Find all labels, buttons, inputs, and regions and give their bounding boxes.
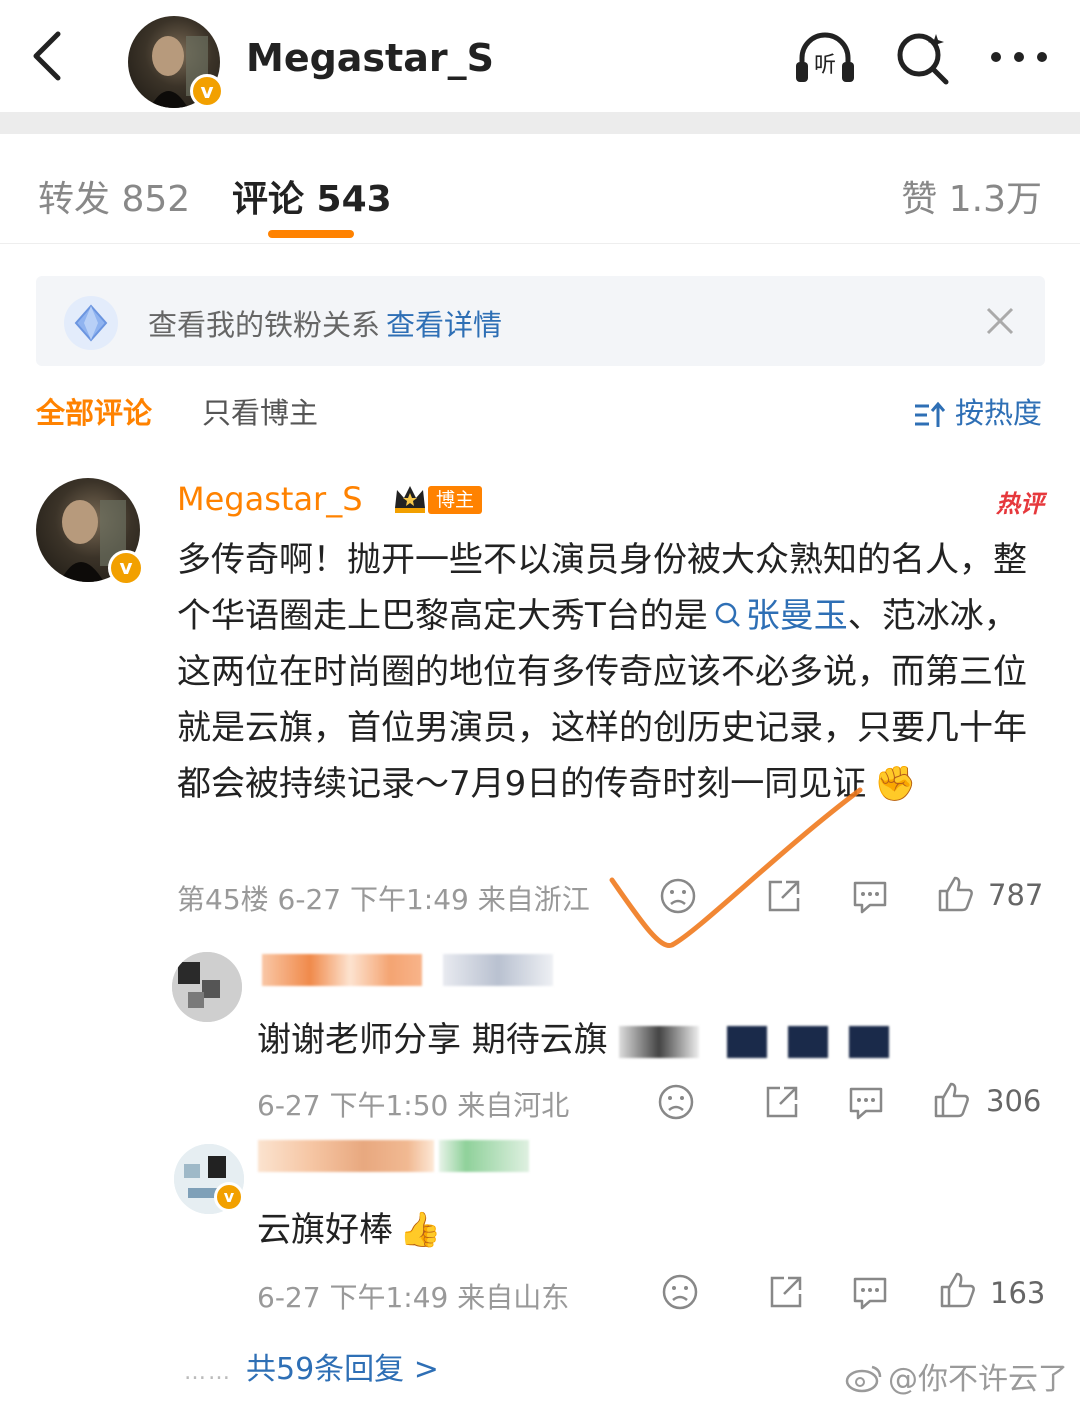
sort-button[interactable]: 按热度: [913, 390, 1042, 432]
page-title[interactable]: Megastar_S: [246, 36, 494, 80]
dots-decoration: ……: [184, 1360, 232, 1385]
back-icon[interactable]: [28, 30, 68, 82]
filter-host-only[interactable]: 只看博主: [202, 390, 318, 432]
tab-bar: 转发 852 评论 543 赞 1.3万: [0, 134, 1080, 244]
search-icon: [715, 602, 740, 627]
reply-username-blurred: [258, 1140, 558, 1172]
more-icon[interactable]: [988, 28, 1050, 86]
reply-meta: 6-27 下午1:49 来自山东: [257, 1281, 570, 1314]
hot-comment-badge: 热评: [996, 490, 1044, 518]
tab-like[interactable]: 赞 1.3万: [901, 170, 1042, 222]
dislike-face-icon[interactable]: [656, 1082, 696, 1122]
crown-icon: [395, 486, 425, 513]
blurred-emoji: [849, 1025, 890, 1058]
reply-text: 谢谢老师分享 期待云旗: [257, 1012, 890, 1061]
like-thumb-icon[interactable]: [932, 1080, 972, 1120]
reply-username-blurred: [262, 954, 572, 986]
tab-comment[interactable]: 评论 543: [232, 170, 392, 222]
comment-icon[interactable]: [850, 876, 890, 916]
host-badge: 博主: [428, 486, 483, 514]
like-count: 163: [990, 1276, 1046, 1310]
blurred-name: [262, 954, 422, 986]
like-thumb-icon[interactable]: [938, 1270, 978, 1310]
reply-text-content: 谢谢老师分享 期待云旗: [257, 1020, 608, 1060]
reply-text: 云旗好棒 👍: [257, 1202, 441, 1251]
comment-meta: 第45楼 6-27 下午1:49 来自浙江: [177, 883, 590, 916]
watermark: @你不许云了: [844, 1354, 1068, 1398]
sort-label: 按热度: [954, 396, 1042, 430]
close-icon[interactable]: [985, 306, 1015, 336]
comment-filter: 全部评论 只看博主 按热度: [0, 390, 1080, 434]
more-replies-link[interactable]: 共59条回复 >: [246, 1352, 439, 1387]
verified-badge-icon: v: [190, 74, 224, 108]
listen-label: 听: [814, 53, 836, 78]
topic-link[interactable]: 张曼玉: [708, 596, 848, 636]
thumbs-up-emoji: 👍: [399, 1210, 442, 1250]
like-count: 787: [988, 878, 1044, 912]
comment-username[interactable]: Megastar_S: [177, 480, 363, 518]
verified-badge-icon: v: [214, 1182, 244, 1212]
share-icon[interactable]: [764, 876, 804, 916]
banner-label: 查看我的铁粉关系: [148, 308, 381, 342]
verified-badge-icon: v: [108, 550, 144, 586]
avatar-photo: [172, 952, 242, 1022]
share-icon[interactable]: [766, 1272, 806, 1312]
sort-icon: [914, 401, 945, 427]
watermark-text: @你不许云了: [888, 1362, 1068, 1397]
blurred-name: [258, 1140, 434, 1172]
like-thumb-icon[interactable]: [936, 874, 976, 914]
share-icon[interactable]: [762, 1082, 802, 1122]
blurred-emoji: [618, 1025, 699, 1058]
comment-icon[interactable]: [846, 1082, 886, 1122]
blurred-emoji: [788, 1025, 829, 1058]
listen-icon[interactable]: 听: [794, 28, 856, 86]
reply-avatar[interactable]: [172, 952, 242, 1022]
top-bar: v Megastar_S 听: [0, 0, 1080, 112]
more-replies[interactable]: …… 共59条回复 >: [184, 1344, 439, 1388]
banner-text: 查看我的铁粉关系 查看详情: [148, 302, 502, 344]
blurred-name: [443, 954, 554, 986]
comment-icon[interactable]: [850, 1272, 890, 1312]
fist-emoji: ✊: [874, 764, 917, 804]
like-count: 306: [986, 1084, 1042, 1118]
diamond-icon: [64, 296, 118, 350]
tab-repost[interactable]: 转发 852: [38, 170, 190, 222]
dislike-face-icon[interactable]: [660, 1272, 700, 1312]
reply-meta: 6-27 下午1:50 来自河北: [257, 1089, 570, 1122]
filter-all-comments[interactable]: 全部评论: [36, 390, 152, 432]
comment-text: 多传奇啊！抛开一些不以演员身份被大众熟知的名人，整个华语圈走上巴黎高定大秀T台的…: [177, 532, 1043, 812]
topic-link-text: 张曼玉: [745, 596, 848, 636]
banner-detail-link[interactable]: 查看详情: [386, 308, 502, 342]
divider: [0, 112, 1080, 134]
blurred-name: [439, 1140, 530, 1172]
reply-text-content: 云旗好棒: [257, 1210, 393, 1250]
blurred-emoji: [727, 1025, 768, 1058]
fan-relation-banner[interactable]: 查看我的铁粉关系 查看详情: [36, 276, 1045, 366]
weibo-logo-icon: [845, 1365, 882, 1393]
dislike-face-icon[interactable]: [658, 876, 698, 916]
tab-active-indicator: [268, 230, 354, 238]
search-icon[interactable]: [892, 28, 954, 86]
